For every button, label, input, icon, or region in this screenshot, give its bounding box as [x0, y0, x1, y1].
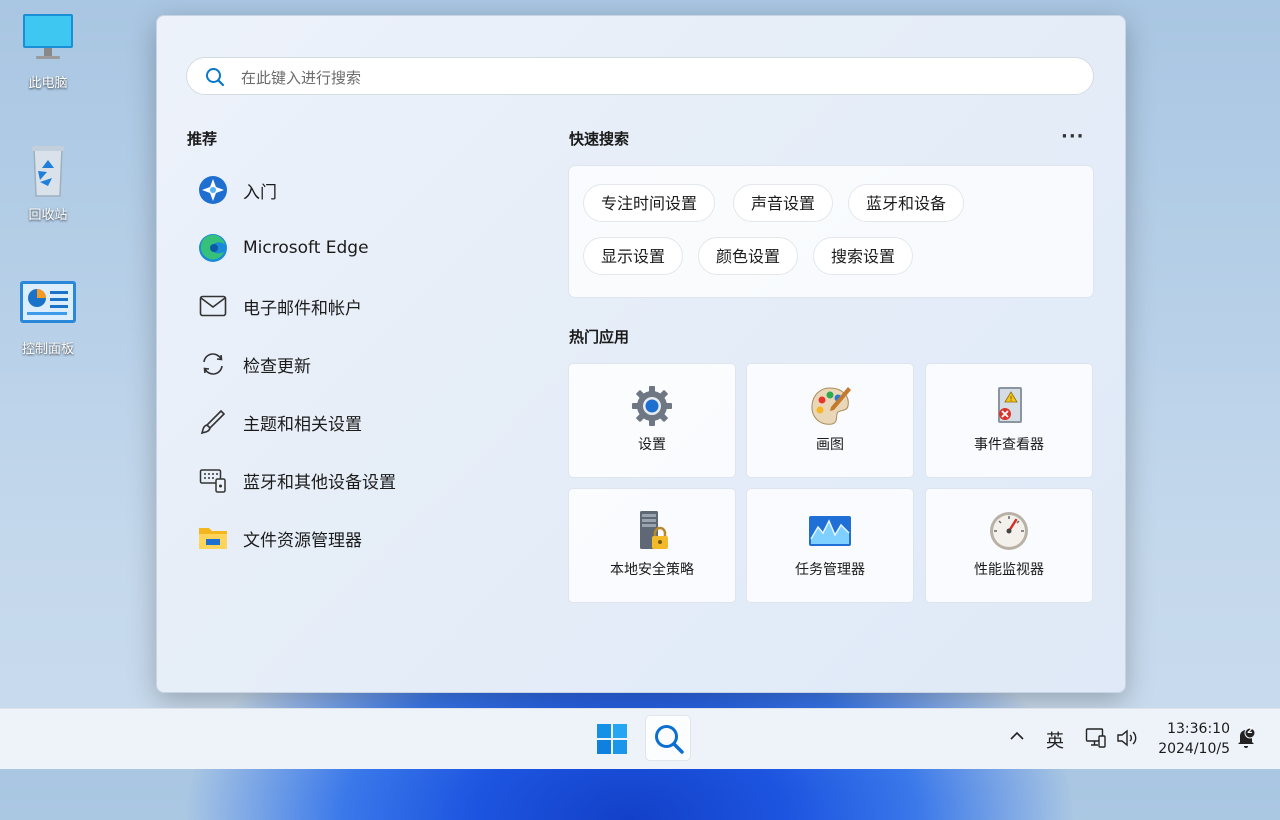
top-apps-title: 热门应用 [569, 328, 630, 346]
search-panel: 推荐 入门 Microsoft Edge [156, 15, 1126, 693]
control-panel-icon [18, 278, 78, 334]
chip-bluetooth-devices[interactable]: 蓝牙和设备 [848, 184, 965, 222]
rec-item-label: 蓝牙和其他设备设置 [243, 472, 396, 493]
desktop-icon-label: 回收站 [28, 208, 68, 223]
search-taskbar-button[interactable] [645, 715, 691, 761]
search-icon [653, 723, 685, 759]
app-tile-label: 本地安全策略 [610, 562, 694, 578]
rec-item-check-updates[interactable]: 检查更新 [197, 335, 547, 393]
rec-item-mail[interactable]: 电子邮件和帐户 [197, 277, 547, 335]
clock[interactable]: 13:36:10 2024/10/5 [1150, 719, 1230, 759]
recommended-title: 推荐 [187, 130, 218, 148]
get-started-icon [197, 174, 229, 206]
app-tile-task-manager[interactable]: 任务管理器 [746, 488, 914, 603]
chip-display-settings[interactable]: 显示设置 [583, 237, 684, 275]
quick-search-title: 快速搜索 [569, 130, 630, 148]
search-icon [205, 67, 225, 91]
rec-item-label: 电子邮件和帐户 [243, 298, 362, 319]
chip-search-settings[interactable]: 搜索设置 [813, 237, 914, 275]
quick-search-card: 专注时间设置 声音设置 蓝牙和设备 显示设置 颜色设置 搜索设置 [568, 165, 1094, 298]
refresh-icon [197, 348, 229, 380]
start-button[interactable] [589, 715, 635, 761]
app-tile-performance-monitor[interactable]: 性能监视器 [925, 488, 1093, 603]
volume-icon[interactable] [1115, 727, 1139, 754]
app-tile-settings[interactable]: 设置 [568, 363, 736, 478]
rec-item-bluetooth-devices[interactable]: 蓝牙和其他设备设置 [197, 451, 547, 509]
show-hidden-icons-chevron-icon[interactable] [1008, 727, 1026, 750]
desktop-icon-control-panel[interactable]: 控制面板 [8, 278, 88, 357]
edge-icon [197, 232, 229, 264]
svg-text:!: ! [1010, 395, 1013, 403]
rec-item-edge[interactable]: Microsoft Edge [197, 219, 547, 277]
clock-date: 2024/10/5 [1158, 741, 1230, 757]
taskbar: 英 13:36:10 2024/10/5 2 [0, 708, 1280, 769]
rec-item-label: 检查更新 [243, 356, 311, 377]
rec-item-file-explorer[interactable]: 文件资源管理器 [197, 509, 547, 567]
security-policy-icon [630, 509, 674, 553]
rec-item-themes[interactable]: 主题和相关设置 [197, 393, 547, 451]
chip-sound-settings[interactable]: 声音设置 [733, 184, 834, 222]
chip-focus-settings[interactable]: 专注时间设置 [583, 184, 716, 222]
rec-item-label: 入门 [243, 182, 277, 203]
recommended-list: 入门 Microsoft Edge 电子邮件和帐户 检查更新 主题和相关设置 蓝… [197, 161, 547, 567]
clock-time: 13:36:10 [1167, 721, 1230, 737]
event-viewer-icon: ! [987, 384, 1031, 428]
task-manager-icon [808, 509, 852, 553]
desktop-icon-label: 此电脑 [28, 76, 68, 91]
search-input[interactable] [239, 66, 1063, 90]
app-tile-label: 设置 [638, 437, 666, 453]
computer-icon [18, 12, 78, 68]
app-tile-event-viewer[interactable]: ! 事件查看器 [925, 363, 1093, 478]
ime-indicator[interactable]: 英 [1046, 727, 1064, 753]
rec-item-get-started[interactable]: 入门 [197, 161, 547, 219]
brush-icon [197, 406, 229, 438]
app-tile-local-security-policy[interactable]: 本地安全策略 [568, 488, 736, 603]
gear-icon [630, 384, 674, 428]
app-tile-label: 性能监视器 [974, 562, 1044, 578]
desktop-icon-recycle-bin[interactable]: 回收站 [8, 144, 88, 223]
keyboard-device-icon [197, 464, 229, 496]
more-options-button[interactable]: ··· [1061, 126, 1085, 147]
app-tile-label: 任务管理器 [795, 562, 865, 578]
notification-count: 2 [1247, 726, 1253, 735]
rec-item-label: 主题和相关设置 [243, 414, 362, 435]
rec-item-label: Microsoft Edge [243, 238, 369, 258]
windows-logo-icon [597, 724, 627, 758]
rec-item-label: 文件资源管理器 [243, 530, 362, 551]
app-tile-label: 画图 [816, 437, 844, 453]
chip-color-settings[interactable]: 颜色设置 [698, 237, 799, 275]
app-tile-label: 事件查看器 [974, 437, 1044, 453]
mail-icon [197, 290, 229, 322]
app-tile-paint[interactable]: 画图 [746, 363, 914, 478]
desktop-icon-label: 控制面板 [21, 342, 74, 357]
network-icon[interactable] [1085, 727, 1107, 754]
paint-palette-icon [808, 384, 852, 428]
desktop-icon-this-pc[interactable]: 此电脑 [8, 12, 88, 91]
search-box[interactable] [186, 57, 1094, 95]
recycle-bin-icon [18, 144, 78, 200]
notification-bell-icon[interactable]: 2 [1236, 726, 1256, 754]
performance-monitor-icon [987, 509, 1031, 553]
folder-icon [197, 522, 229, 554]
